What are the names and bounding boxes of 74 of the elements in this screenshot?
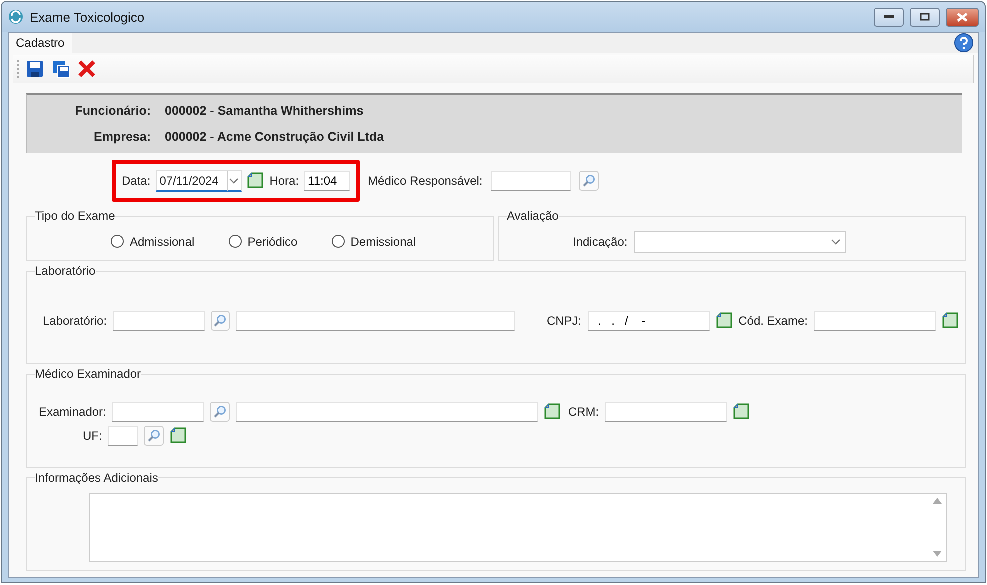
radio-option[interactable]: Periódico (228, 234, 298, 248)
field-label: CRM: (568, 404, 600, 419)
header-value: 000002 - Acme Construção Civil Ltda (165, 130, 386, 144)
field-label: Examinador: (39, 404, 106, 419)
new-document-icon (942, 312, 959, 329)
app-icon (8, 9, 24, 25)
search-icon (582, 174, 596, 188)
new-record-button[interactable] (246, 172, 265, 190)
radio-option[interactable]: Admissional (111, 234, 195, 248)
cross-icon (78, 60, 96, 78)
save-button[interactable] (25, 59, 45, 79)
chevron-down-icon (830, 238, 841, 244)
field-label: Cód. Exame: (738, 314, 808, 328)
scroll-down-icon (933, 550, 942, 557)
laboratory-name-field[interactable] (236, 310, 515, 331)
stacked-floppy-icon (52, 60, 70, 78)
field-label: Data: (122, 174, 151, 188)
search-button[interactable] (578, 171, 599, 191)
radio-option[interactable]: Demissional (332, 234, 416, 248)
new-document-icon (170, 426, 188, 444)
field-label: UF: (83, 428, 102, 443)
field-label: Laboratório: (43, 314, 108, 328)
header-value: 000002 - Samantha Whithershims (165, 104, 365, 118)
field-label: Hora: (270, 174, 300, 188)
header-label: Funcionário: (74, 104, 151, 118)
window-title: Exame Toxicologico (30, 10, 146, 24)
date-field[interactable]: 07/11/2024 (156, 170, 242, 192)
indication-dropdown[interactable] (634, 230, 846, 252)
search-button[interactable] (144, 426, 164, 446)
uf-field[interactable] (108, 426, 138, 446)
group-title: Informações Adicionais (35, 470, 158, 485)
laboratory-code-field[interactable] (113, 310, 206, 331)
notes-field[interactable] (89, 492, 947, 562)
help-icon[interactable] (954, 33, 974, 53)
search-icon (213, 314, 228, 328)
minimize-icon (884, 15, 894, 19)
chevron-down-icon (229, 178, 240, 184)
group-title: Avaliação (507, 209, 559, 223)
group-title: Tipo do Exame (35, 209, 116, 223)
maximize-icon (920, 13, 930, 21)
new-document-icon (246, 172, 264, 189)
exam-code-field[interactable] (814, 310, 936, 331)
close-button[interactable] (946, 8, 979, 26)
scroll-up-icon (933, 498, 942, 504)
save-copy-button[interactable] (51, 59, 71, 79)
maximize-button[interactable] (910, 8, 940, 26)
crm-field[interactable] (605, 402, 728, 422)
new-document-icon (716, 312, 733, 329)
new-record-button[interactable] (942, 312, 959, 330)
group-title: Laboratório (35, 264, 96, 278)
search-button[interactable] (210, 402, 230, 422)
new-document-icon (733, 402, 750, 420)
field-label: Médico Responsável: (368, 174, 483, 188)
search-icon (213, 404, 228, 419)
examiner-name-field[interactable] (236, 402, 538, 422)
search-icon (147, 428, 162, 443)
new-record-button[interactable] (716, 312, 733, 330)
header-label: Empresa: (93, 130, 151, 144)
time-field[interactable]: 11:04 (304, 171, 350, 191)
doctor-field[interactable] (490, 171, 571, 191)
new-record-button[interactable] (544, 402, 562, 421)
delete-button[interactable] (77, 59, 97, 79)
field-label: CNPJ: (546, 314, 582, 328)
field-label: Indicação: (573, 234, 628, 248)
new-record-button[interactable] (733, 402, 752, 421)
close-icon (957, 12, 968, 22)
examiner-code-field[interactable] (112, 402, 204, 422)
tab[interactable]: Cadastro (9, 33, 72, 53)
group-title: Médico Examinador (35, 367, 142, 382)
cnpj-field[interactable]: . . / - (588, 310, 710, 331)
new-document-icon (544, 402, 562, 420)
search-button[interactable] (211, 310, 230, 331)
new-record-button[interactable] (170, 426, 188, 445)
minimize-button[interactable] (874, 8, 904, 26)
